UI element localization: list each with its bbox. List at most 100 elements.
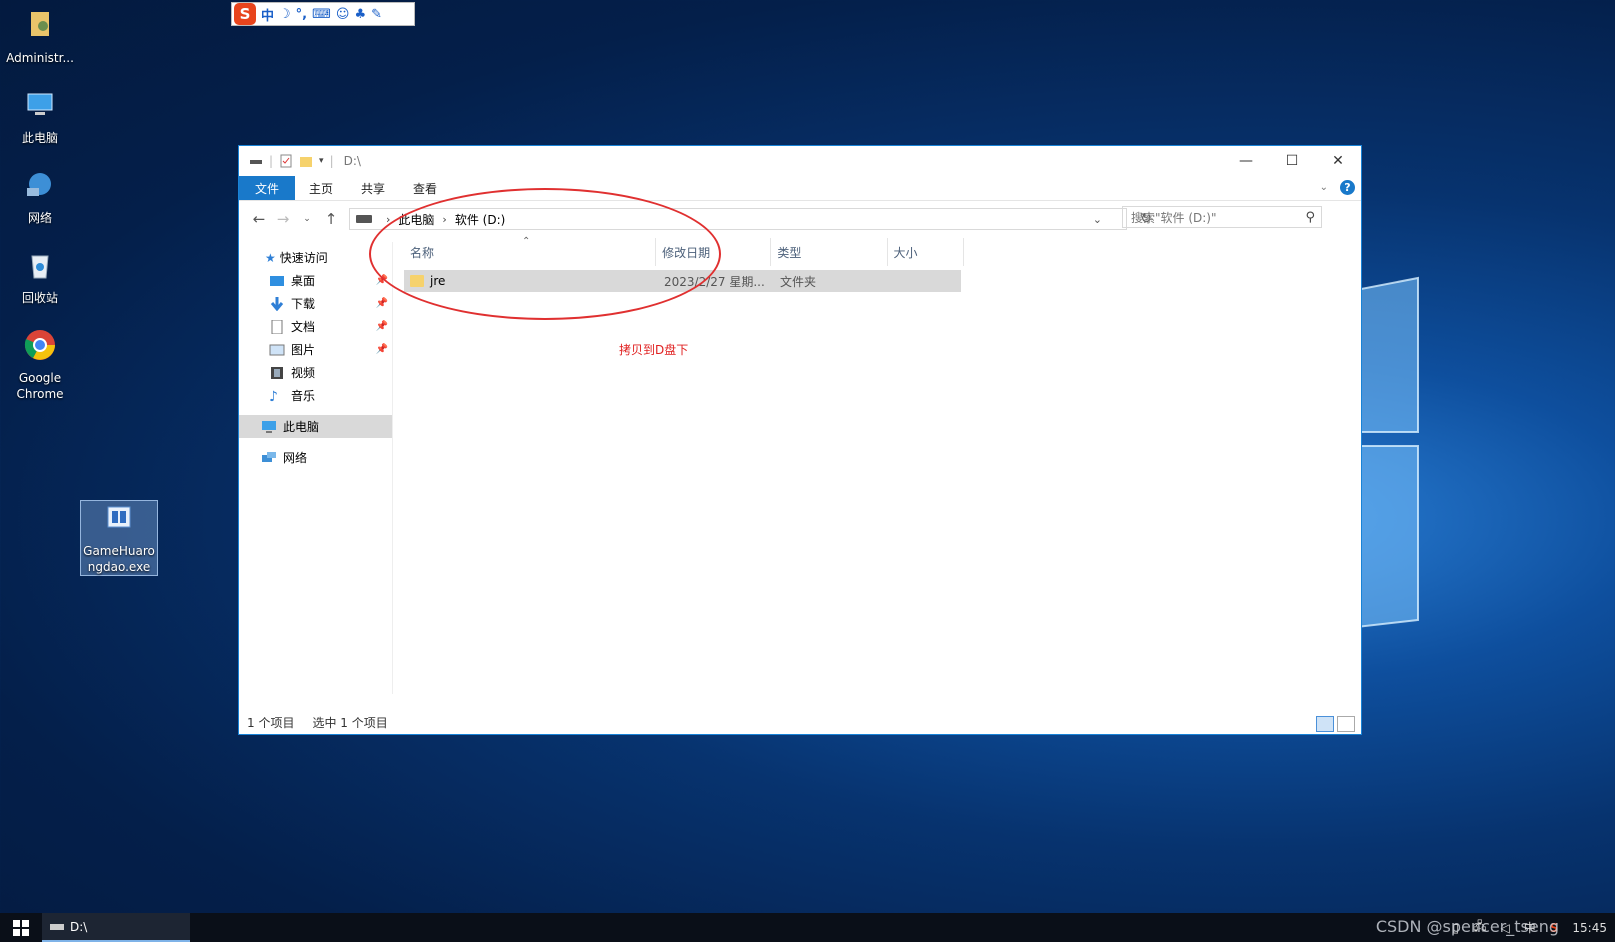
start-button[interactable]: [0, 913, 42, 942]
nav-label: 视频: [291, 366, 316, 380]
tab-file[interactable]: 文件: [239, 176, 296, 200]
pin-icon[interactable]: 📌: [376, 298, 388, 309]
details-view-button[interactable]: [1316, 716, 1334, 732]
windows-logo-wallpaper: [1330, 276, 1419, 632]
user-folder-icon: [31, 12, 49, 36]
properties-icon[interactable]: [279, 154, 293, 168]
nav-item-desktop[interactable]: 桌面 📌: [239, 269, 392, 292]
forward-button[interactable]: →: [271, 210, 295, 228]
up-button[interactable]: ↑: [319, 210, 343, 228]
skin-icon[interactable]: ♣: [354, 7, 366, 22]
moon-icon[interactable]: ☽: [279, 7, 291, 22]
music-icon: ♪: [269, 388, 278, 405]
nav-label: 音乐: [291, 389, 316, 403]
drive-icon: [50, 923, 64, 930]
star-icon: ★: [265, 250, 276, 265]
ime-toolbar[interactable]: S 中 ☽ °, ⌨ ☺ ♣ ✎: [231, 2, 415, 26]
file-explorer-window: | ▾ | D:\ — ☐ ✕ 文件 主页 共享 查看 ⌄ ? ← → ⌄ ↑ …: [238, 145, 1362, 735]
pictures-icon: [269, 344, 285, 355]
column-size[interactable]: 大小: [888, 238, 964, 266]
nav-label: 网络: [283, 451, 308, 465]
column-type[interactable]: 类型: [771, 238, 888, 266]
nav-label: 此电脑: [283, 420, 320, 434]
pin-icon[interactable]: 📌: [376, 321, 388, 332]
view-switcher: [1316, 716, 1355, 732]
pin-icon[interactable]: 📌: [376, 344, 388, 355]
desktop-icon-admin[interactable]: Administr...: [2, 8, 78, 66]
nav-label: 图片: [291, 343, 316, 357]
drive-icon: [356, 215, 372, 223]
search-placeholder: 搜索"软件 (D:)": [1131, 210, 1217, 225]
keyboard-icon[interactable]: ⌨: [312, 7, 331, 22]
video-icon: [271, 366, 283, 379]
computer-icon: [262, 420, 276, 433]
chrome-icon: [24, 330, 55, 360]
nav-item-videos[interactable]: 视频: [239, 361, 392, 384]
nav-item-pictures[interactable]: 图片 📌: [239, 338, 392, 361]
nav-item-documents[interactable]: 文档 📌: [239, 315, 392, 338]
desktop-icon-network[interactable]: 网络: [2, 168, 78, 226]
nav-network[interactable]: 网络: [239, 446, 392, 469]
nav-this-pc[interactable]: 此电脑: [239, 415, 392, 438]
network-icon: [262, 451, 276, 462]
desktop-icon: [270, 275, 284, 286]
new-folder-icon[interactable]: [299, 154, 313, 168]
punctuation-icon[interactable]: °,: [296, 7, 307, 22]
wrench-icon[interactable]: ✎: [371, 7, 382, 22]
nav-label: 文档: [291, 320, 316, 334]
download-icon: [270, 296, 284, 311]
tab-share[interactable]: 共享: [347, 176, 399, 200]
file-type: 文件夹: [780, 274, 817, 289]
ribbon-tabs: 文件 主页 共享 查看 ⌄ ?: [239, 176, 1361, 201]
large-icons-view-button[interactable]: [1337, 716, 1355, 732]
desktop-icon-label: 回收站: [21, 291, 58, 305]
address-dropdown-icon[interactable]: ⌄: [1093, 213, 1102, 226]
desktop-icon-recycle-bin[interactable]: 回收站: [2, 248, 78, 306]
desktop-icon-chrome[interactable]: Google Chrome: [2, 328, 78, 402]
clock[interactable]: 15:45: [1572, 921, 1607, 935]
expand-ribbon-icon[interactable]: ⌄: [1320, 182, 1328, 193]
desktop-icon-label: 网络: [27, 211, 52, 225]
drive-icon: [250, 160, 262, 164]
annotation-circle: [369, 188, 721, 320]
item-count: 1 个项目: [247, 715, 295, 730]
sogou-logo[interactable]: S: [234, 3, 256, 25]
tab-home[interactable]: 主页: [295, 176, 347, 200]
nav-item-music[interactable]: ♪ 音乐: [239, 384, 392, 407]
annotation-text: 拷贝到D盘下: [619, 343, 689, 357]
nav-label: 下载: [291, 297, 316, 311]
watermark: CSDN @spencer_tseng: [1375, 917, 1559, 936]
maximize-button[interactable]: ☐: [1269, 146, 1315, 176]
taskbar-explorer-item[interactable]: D:\: [42, 913, 190, 942]
chevron-down-icon[interactable]: ▾: [319, 156, 324, 166]
user-icon[interactable]: ☺: [336, 7, 350, 22]
desktop-icon-label: Google Chrome: [16, 371, 64, 401]
taskbar: D:\ ▯ 🖧 ◁ 中 S 15:45: [0, 913, 1615, 942]
selected-count: 选中 1 个项目: [312, 715, 388, 730]
desktop-icon-this-pc[interactable]: 此电脑: [2, 88, 78, 146]
search-input[interactable]: 搜索"软件 (D:)" ⚲: [1122, 206, 1322, 228]
document-icon: [271, 319, 283, 334]
back-button[interactable]: ←: [247, 210, 271, 228]
desktop-icon-label: 此电脑: [21, 131, 58, 145]
help-icon[interactable]: ?: [1340, 180, 1355, 195]
recent-locations-button[interactable]: ⌄: [295, 214, 319, 224]
close-button[interactable]: ✕: [1315, 146, 1361, 176]
nav-item-downloads[interactable]: 下载 📌: [239, 292, 392, 315]
window-title: D:\: [343, 154, 361, 168]
search-icon[interactable]: ⚲: [1305, 210, 1315, 225]
exe-icon: [107, 506, 131, 528]
quick-access-toolbar: | ▾ |: [239, 154, 334, 168]
recycle-bin-icon: [31, 255, 49, 279]
desktop-icon-label: GameHuarongdao.exe: [83, 544, 155, 574]
title-bar: | ▾ | D:\ — ☐ ✕: [239, 146, 1361, 176]
desktop-icon-label: Administr...: [6, 51, 74, 65]
status-bar: 1 个项目 选中 1 个项目: [247, 710, 388, 734]
network-icon: [27, 173, 51, 196]
desktop-icon-gamehuarongdao[interactable]: GameHuarongdao.exe: [80, 500, 158, 576]
task-label: D:\: [70, 919, 88, 934]
windows-start-icon: [13, 919, 29, 936]
minimize-button[interactable]: —: [1223, 146, 1269, 176]
ime-mode[interactable]: 中: [261, 5, 274, 24]
tab-view[interactable]: 查看: [399, 176, 451, 200]
